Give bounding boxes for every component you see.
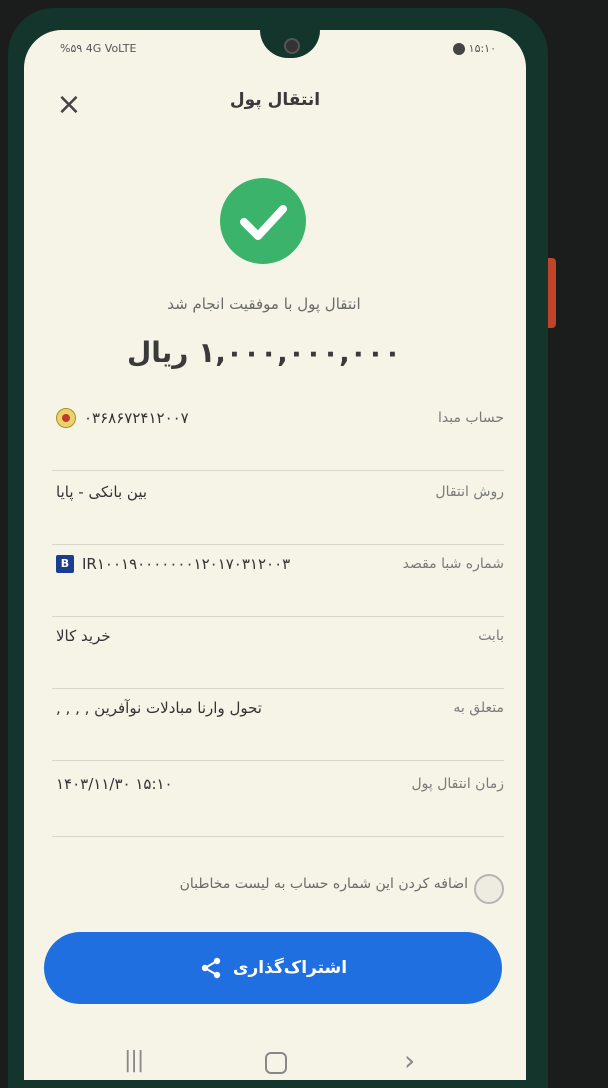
purpose-value: خرید کالا (56, 627, 111, 645)
check-circle-icon (220, 178, 306, 264)
add-contact-option[interactable]: اضافه کردن این شماره حساب به لیست مخاطبا… (84, 870, 504, 910)
detail-row-destination-sheba: شماره شبا مقصد B IR۱۰۰۱۹۰۰۰۰۰۰۰۱۲۰۱۷۰۳۱۲… (52, 544, 504, 617)
detail-label: زمان انتقال پول (411, 776, 504, 792)
page-title: انتقال پول (229, 90, 321, 110)
detail-value: ۰۳۶۸۶۷۲۴۱۲۰۰۷ (56, 398, 189, 438)
transfer-method-value: بین بانکی - پایا (56, 483, 148, 501)
owner-value: تحول وارنا مبادلات نوآفرین , , , , (56, 699, 262, 717)
detail-label: روش انتقال (435, 484, 504, 500)
detail-row-owner: متعلق به تحول وارنا مبادلات نوآفرین , , … (52, 688, 504, 761)
home-icon[interactable] (265, 1052, 287, 1074)
system-nav-bar: ||| › (24, 1044, 526, 1080)
detail-row-source-account: حساب مبدا ۰۳۶۸۶۷۲۴۱۲۰۰۷ (52, 398, 504, 471)
status-bar: %۵۹ 4G VoLTE ۱۵:۱۰ (24, 42, 526, 62)
sheba-number: IR۱۰۰۱۹۰۰۰۰۰۰۰۱۲۰۱۷۰۳۱۲۰۰۳ (82, 555, 291, 573)
share-icon (201, 957, 221, 979)
recent-apps-icon[interactable]: ||| (124, 1048, 144, 1073)
success-message: انتقال پول با موفقیت انجام شد (167, 295, 361, 313)
phone-side-button (548, 258, 556, 328)
detail-row-transfer-method: روش انتقال بین بانکی - پایا (52, 472, 504, 545)
notification-badge-icon (452, 42, 465, 55)
sheba-bank-icon: B (56, 555, 74, 573)
source-account-number: ۰۳۶۸۶۷۲۴۱۲۰۰۷ (84, 409, 189, 427)
detail-label: بابت (478, 628, 504, 644)
transfer-amount: ۱,۰۰۰,۰۰۰,۰۰۰ ریال (126, 336, 401, 369)
detail-label: متعلق به (453, 700, 504, 716)
detail-row-transfer-time: زمان انتقال پول ۱۴۰۳/۱۱/۳۰ ۱۵:۱۰ (52, 764, 504, 837)
detail-value: بین بانکی - پایا (56, 472, 147, 512)
detail-value: خرید کالا (56, 616, 111, 656)
back-icon[interactable]: › (404, 1044, 415, 1077)
share-button-label: اشتراک‌گذاری (232, 958, 348, 978)
bank-logo-icon (56, 408, 76, 428)
transfer-time-value: ۱۴۰۳/۱۱/۳۰ ۱۵:۱۰ (56, 775, 173, 793)
add-contact-checkbox[interactable] (474, 874, 504, 904)
detail-row-purpose: بابت خرید کالا (52, 616, 504, 689)
status-time: ۱۵:۱۰ (468, 42, 496, 55)
detail-value: تحول وارنا مبادلات نوآفرین , , , , (56, 688, 262, 728)
detail-value: B IR۱۰۰۱۹۰۰۰۰۰۰۰۱۲۰۱۷۰۳۱۲۰۰۳ (56, 544, 290, 584)
status-icons: %۵۹ 4G VoLTE (60, 42, 137, 55)
detail-label: شماره شبا مقصد (402, 556, 504, 572)
detail-label: حساب مبدا (437, 410, 504, 426)
app-screen: %۵۹ 4G VoLTE ۱۵:۱۰ × انتقال پول انتقال پ… (24, 30, 526, 1080)
status-right: ۱۵:۱۰ (452, 42, 496, 55)
share-button[interactable]: اشتراک‌گذاری (44, 932, 502, 1004)
detail-value: ۱۴۰۳/۱۱/۳۰ ۱۵:۱۰ (56, 764, 173, 804)
add-contact-label: اضافه کردن این شماره حساب به لیست مخاطبا… (179, 876, 468, 892)
